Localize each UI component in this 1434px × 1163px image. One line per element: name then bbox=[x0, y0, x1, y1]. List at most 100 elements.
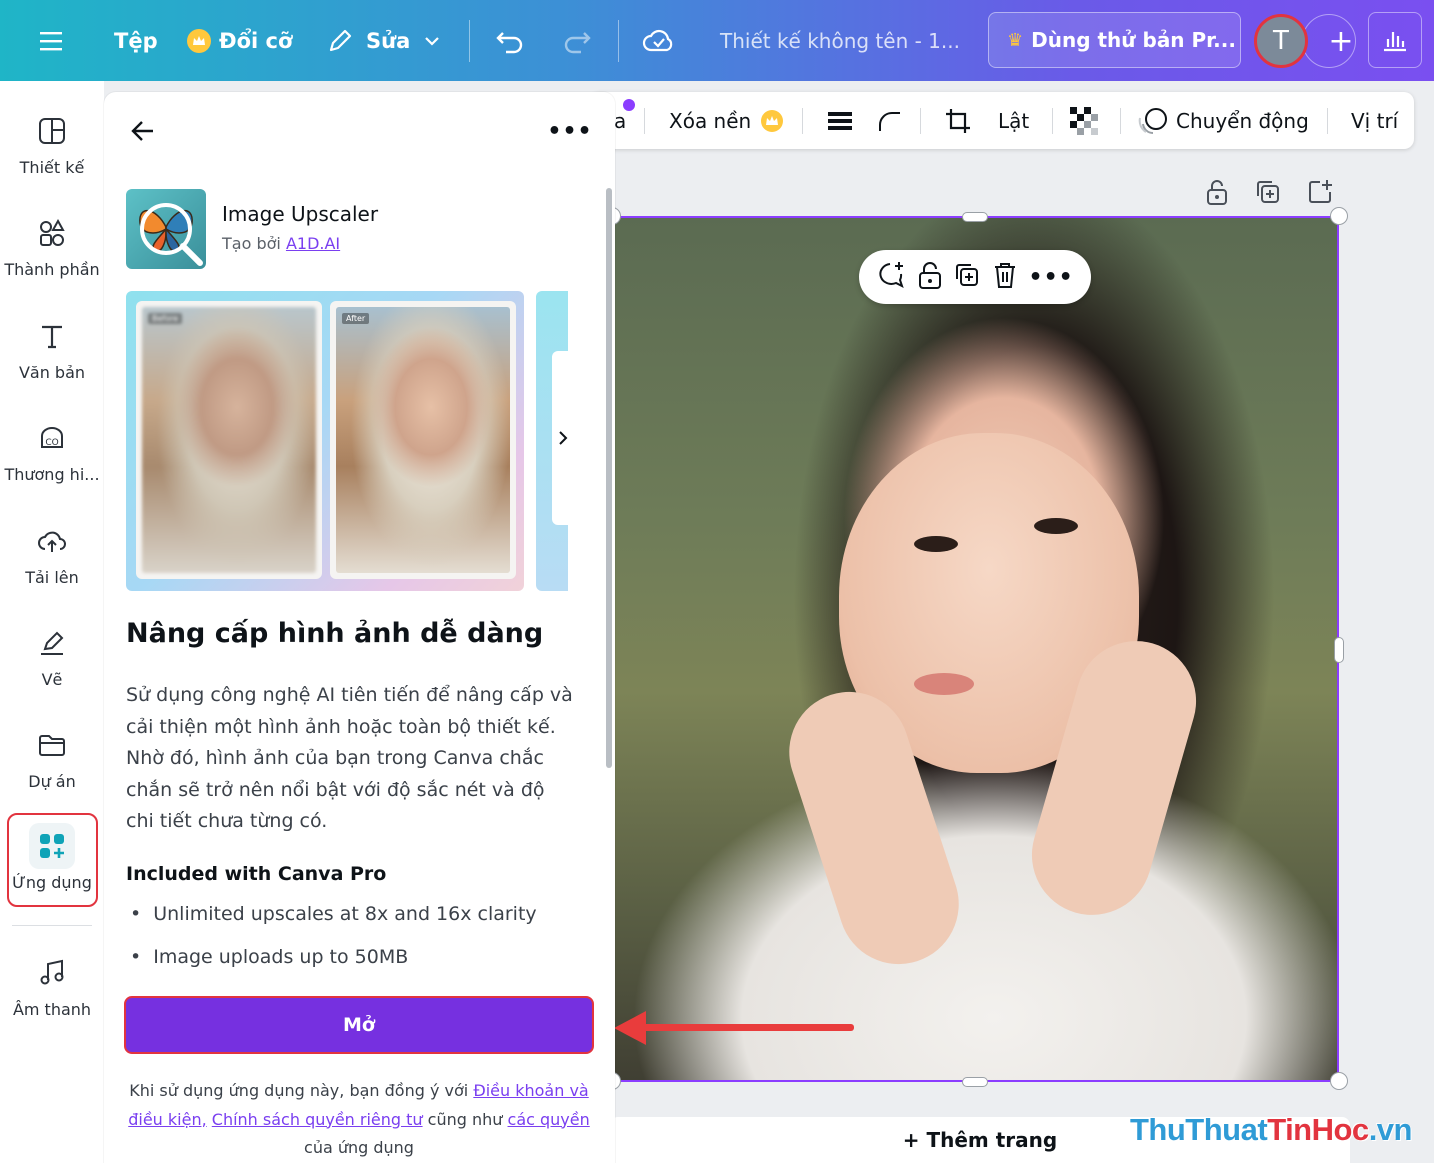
text-icon bbox=[35, 319, 69, 353]
border-style-button[interactable] bbox=[826, 92, 854, 149]
feature-list: Unlimited upscales at 8x and 16x clarity… bbox=[126, 903, 586, 989]
permissions-link[interactable]: các quyền bbox=[508, 1110, 590, 1129]
layout-icon bbox=[35, 114, 69, 148]
brand-icon: CO bbox=[35, 421, 69, 455]
panel-scrollbar[interactable] bbox=[604, 168, 614, 968]
rail-item-draw[interactable]: Vẽ bbox=[0, 626, 104, 716]
crop-icon bbox=[946, 108, 970, 133]
add-page-icon bbox=[1309, 180, 1332, 203]
resize-handle[interactable] bbox=[962, 1077, 988, 1087]
context-toolbar: a Xóa nền Lật Chuyển động Vị trí bbox=[590, 92, 1414, 149]
creator-link[interactable]: A1D.AI bbox=[286, 234, 340, 253]
rail-item-apps[interactable]: Ứng dụng bbox=[0, 823, 104, 913]
comment-add-icon[interactable] bbox=[876, 260, 906, 294]
invite-button[interactable]: + bbox=[1302, 14, 1356, 68]
undo-button[interactable] bbox=[494, 0, 526, 81]
resize-handle[interactable] bbox=[962, 212, 988, 222]
rail-item-design[interactable]: Thiết kế bbox=[0, 114, 104, 204]
rail-item-audio[interactable]: Âm thanh bbox=[0, 956, 104, 1046]
divider bbox=[1327, 108, 1328, 134]
app-name: Image Upscaler bbox=[222, 202, 379, 226]
terms-notice: Khi sử dụng ứng dụng này, bạn đồng ý với… bbox=[128, 1081, 590, 1157]
resize-handle[interactable] bbox=[1334, 637, 1344, 663]
transparency-button[interactable] bbox=[1070, 92, 1098, 149]
file-menu[interactable]: Tệp bbox=[114, 0, 158, 81]
menu-button[interactable] bbox=[38, 0, 66, 81]
redo-button[interactable] bbox=[561, 0, 593, 81]
corner-rounding-button[interactable] bbox=[876, 92, 904, 149]
rail-item-text[interactable]: Văn bản bbox=[0, 319, 104, 409]
photo-eye bbox=[1034, 518, 1078, 534]
try-pro-button[interactable]: ♛ Dùng thử bản Pr... bbox=[988, 12, 1241, 68]
arrow-left-icon bbox=[131, 121, 153, 141]
remove-background-button[interactable]: Xóa nền bbox=[669, 92, 791, 149]
divider bbox=[1052, 108, 1053, 134]
duplicate-page-button[interactable] bbox=[1254, 176, 1282, 208]
document-title[interactable]: Thiết kế không tên - 1... bbox=[720, 0, 960, 81]
divider bbox=[618, 20, 619, 62]
carousel-next-button[interactable] bbox=[552, 351, 574, 525]
duplicate-icon bbox=[1257, 181, 1279, 203]
avatar[interactable]: T bbox=[1254, 14, 1308, 68]
lock-icon[interactable] bbox=[917, 260, 943, 294]
included-heading: Included with Canva Pro bbox=[126, 863, 387, 885]
bar-chart-icon bbox=[1384, 32, 1406, 52]
rail-item-uploads[interactable]: Tải lên bbox=[0, 524, 104, 614]
lock-page-button[interactable] bbox=[1204, 176, 1230, 208]
cloud-check-icon bbox=[642, 29, 673, 51]
folder-icon bbox=[35, 728, 69, 762]
scrollbar-thumb[interactable] bbox=[606, 188, 612, 768]
more-options-icon[interactable]: ••• bbox=[1029, 265, 1074, 290]
redo-icon bbox=[564, 31, 591, 53]
divider bbox=[920, 108, 921, 134]
position-button[interactable]: Vị trí bbox=[1351, 92, 1398, 149]
privacy-link[interactable]: Chính sách quyền riêng tư bbox=[212, 1110, 423, 1129]
panel-description: Sử dụng công nghệ AI tiên tiến để nâng c… bbox=[126, 684, 573, 832]
edit-menu[interactable]: Sửa bbox=[326, 0, 442, 81]
flip-button[interactable]: Lật bbox=[998, 92, 1029, 149]
element-floating-toolbar: ••• bbox=[859, 250, 1091, 304]
app-creator: Tạo bởi A1D.AI bbox=[222, 234, 341, 253]
rail-item-projects[interactable]: Dự án bbox=[0, 728, 104, 818]
resize-button[interactable]: Đổi cỡ bbox=[187, 0, 292, 81]
corner-radius-icon bbox=[879, 111, 900, 131]
left-rail: Thiết kế Thành phần Văn bản CO Thương hi… bbox=[0, 81, 104, 1163]
app-logo bbox=[126, 189, 206, 269]
animate-icon bbox=[1138, 107, 1167, 134]
selected-image[interactable] bbox=[612, 216, 1339, 1082]
panel-title: Nâng cấp hình ảnh dễ dàng bbox=[126, 618, 544, 649]
line-weight-icon bbox=[828, 111, 852, 130]
undo-icon bbox=[496, 31, 523, 53]
apps-icon bbox=[29, 823, 75, 869]
photo-lips bbox=[914, 673, 974, 695]
crown-icon bbox=[187, 28, 211, 53]
back-button[interactable] bbox=[128, 116, 158, 146]
resize-handle[interactable] bbox=[1330, 207, 1348, 225]
resize-handle[interactable] bbox=[1330, 1072, 1348, 1090]
rail-item-brand[interactable]: CO Thương hi... bbox=[0, 421, 104, 511]
insights-button[interactable] bbox=[1368, 12, 1422, 68]
top-bar: Tệp Đổi cỡ Sửa Thiết kế không tên - 1...… bbox=[0, 0, 1434, 81]
crop-button[interactable] bbox=[944, 92, 972, 149]
svg-text:CO: CO bbox=[45, 438, 58, 448]
divider bbox=[469, 20, 470, 62]
divider bbox=[1120, 108, 1121, 134]
hamburger-icon bbox=[40, 31, 62, 50]
add-page-icon-button[interactable] bbox=[1306, 176, 1334, 208]
carousel-next-preview bbox=[536, 291, 574, 591]
more-options-icon[interactable]: ••• bbox=[547, 116, 591, 146]
cloud-save-status[interactable] bbox=[642, 0, 676, 81]
animate-button[interactable]: Chuyển động bbox=[1138, 92, 1309, 149]
lock-icon bbox=[1207, 180, 1227, 205]
preview-carousel: Before After bbox=[126, 291, 524, 591]
rail-item-elements[interactable]: Thành phần bbox=[0, 216, 104, 306]
duplicate-icon[interactable] bbox=[953, 261, 981, 293]
music-icon bbox=[35, 956, 69, 990]
before-preview: Before bbox=[136, 301, 322, 579]
trash-icon[interactable] bbox=[992, 261, 1018, 293]
checkerboard-icon bbox=[1070, 106, 1098, 135]
chevron-down-icon bbox=[425, 36, 440, 46]
divider bbox=[802, 108, 803, 134]
crown-icon bbox=[761, 109, 784, 132]
open-app-button[interactable]: Mở bbox=[124, 996, 594, 1054]
